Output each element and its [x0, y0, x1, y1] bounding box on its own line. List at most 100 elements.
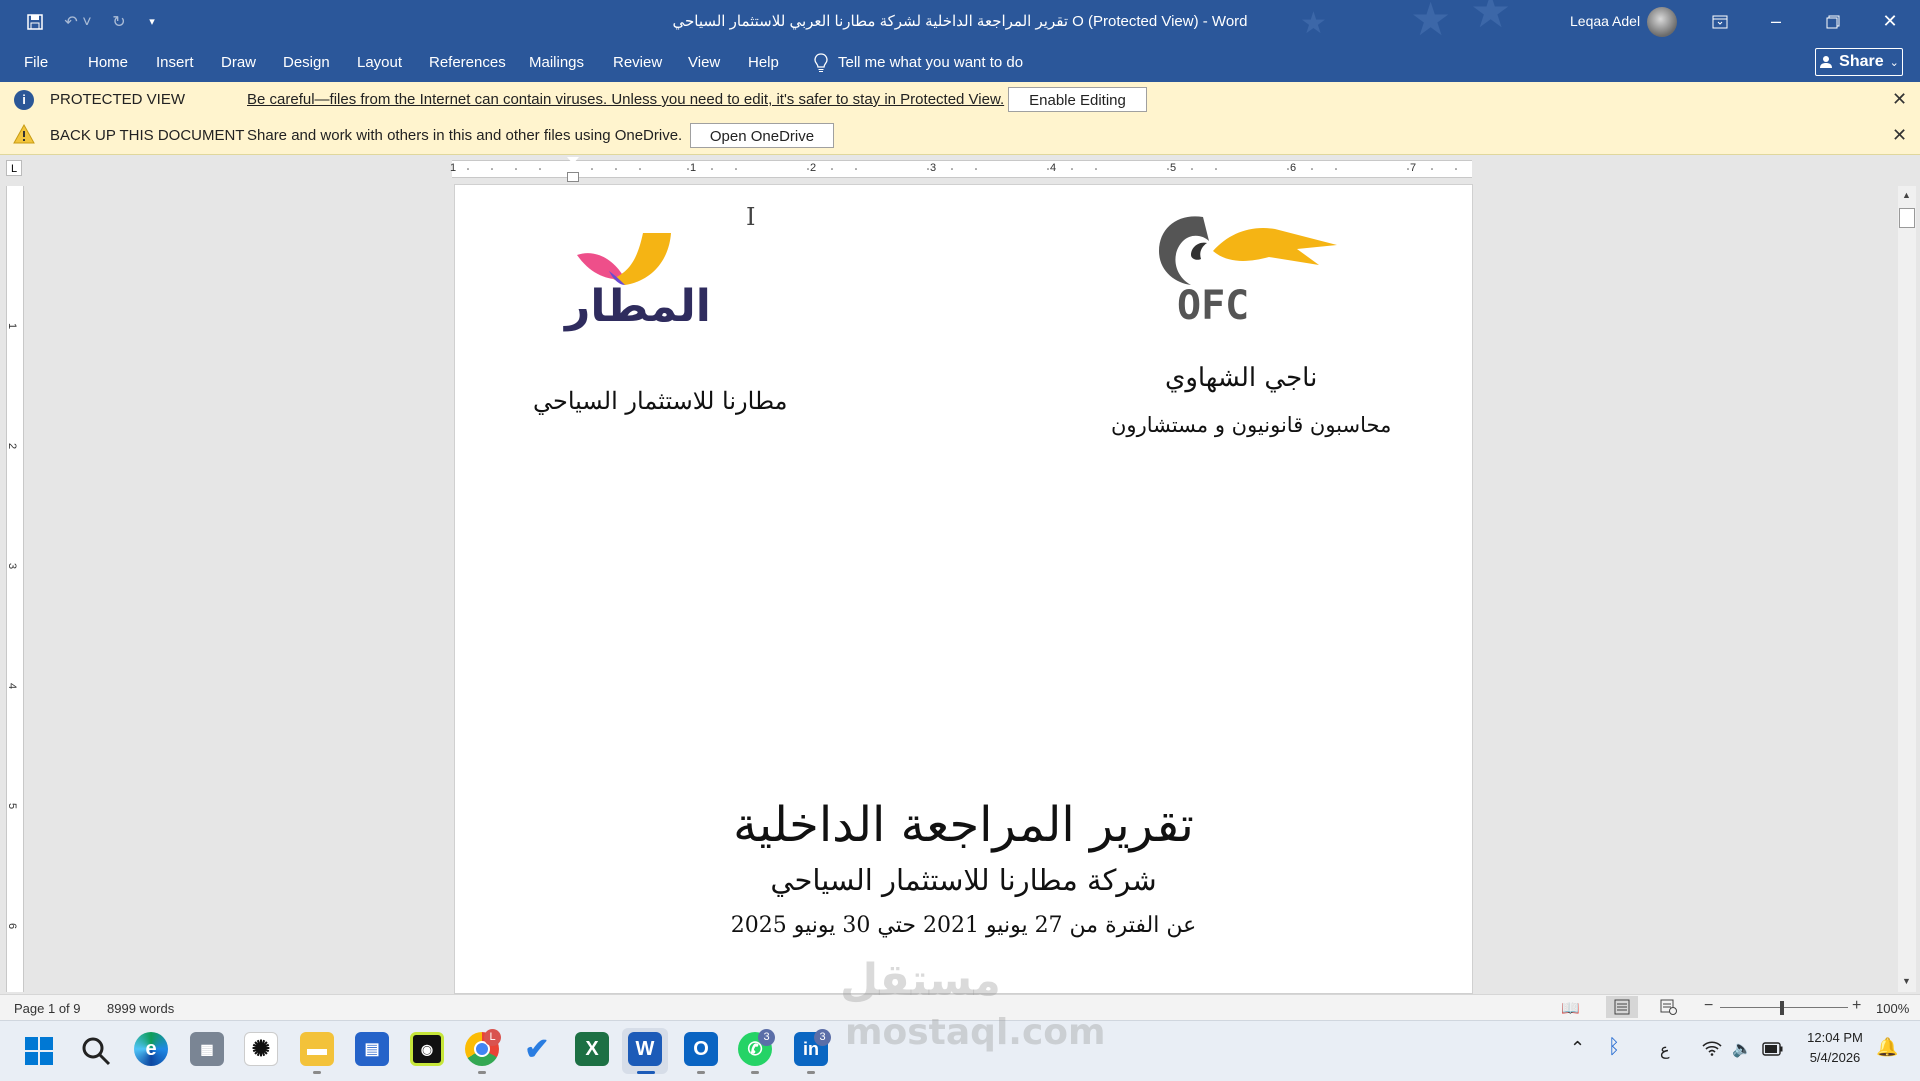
minimize-icon[interactable]: –: [1746, 0, 1806, 43]
main-title: تقرير المراجعة الداخلية: [733, 797, 1194, 853]
running-indicator: [807, 1071, 815, 1074]
print-layout-button[interactable]: [1606, 996, 1638, 1018]
tell-me-box[interactable]: Tell me what you want to do: [814, 43, 1023, 82]
chevron-down-icon: ⌄: [1889, 56, 1899, 69]
first-line-indent-marker[interactable]: [567, 157, 579, 164]
tab-home[interactable]: Home: [88, 43, 128, 82]
close-icon[interactable]: ✕: [1892, 89, 1907, 110]
notification-bell-icon[interactable]: 🔔: [1876, 1037, 1898, 1058]
web-layout-icon[interactable]: [1660, 999, 1678, 1018]
calculator-icon[interactable]: ▦: [190, 1032, 224, 1066]
ruler-number: 5: [6, 802, 19, 810]
save-icon[interactable]: [20, 0, 50, 43]
wifi-icon[interactable]: [1702, 1040, 1722, 1061]
tab-draw[interactable]: Draw: [221, 43, 256, 82]
open-onedrive-button[interactable]: Open OneDrive: [690, 123, 834, 148]
backup-bar: BACK UP THIS DOCUMENT Share and work wit…: [0, 118, 1920, 155]
undo-icon[interactable]: ↶ ˅: [58, 0, 98, 43]
tab-references[interactable]: References: [429, 43, 506, 82]
ofc-logo: [1151, 211, 1341, 291]
avatar[interactable]: [1647, 7, 1677, 37]
bluetooth-icon[interactable]: ᛒ: [1608, 1036, 1620, 1059]
tab-mailings[interactable]: Mailings: [529, 43, 584, 82]
word-icon[interactable]: W: [628, 1032, 662, 1066]
warning-icon: [13, 123, 35, 148]
right-indent-marker[interactable]: [1348, 168, 1360, 176]
vertical-ruler[interactable]: [6, 186, 24, 992]
redo-icon[interactable]: ↻: [104, 0, 134, 43]
zoom-slider-thumb[interactable]: [1780, 1001, 1784, 1015]
tab-help[interactable]: Help: [748, 43, 779, 82]
zoom-out-icon[interactable]: −: [1704, 997, 1713, 1015]
share-label: Share: [1839, 53, 1884, 70]
clock-time[interactable]: 12:04 PM: [1804, 1030, 1866, 1045]
protected-view-title: PROTECTED VIEW: [50, 91, 186, 108]
clock-date[interactable]: 5/4/2026: [1804, 1050, 1866, 1065]
left-indent-marker[interactable]: [567, 172, 579, 182]
running-indicator: [478, 1071, 486, 1074]
restore-icon[interactable]: [1803, 0, 1863, 43]
tab-design[interactable]: Design: [283, 43, 330, 82]
edge-icon[interactable]: e: [134, 1032, 168, 1066]
zoom-level[interactable]: 100%: [1876, 1001, 1909, 1016]
zoom-slider[interactable]: [1720, 1007, 1848, 1008]
almatar-logo-text: المطار: [565, 281, 711, 332]
running-indicator: [313, 1071, 321, 1074]
scroll-up-icon[interactable]: ▲: [1902, 190, 1911, 200]
outlook-icon[interactable]: O: [684, 1032, 718, 1066]
file-explorer-icon[interactable]: ▬: [300, 1032, 334, 1066]
zoom-in-icon[interactable]: +: [1852, 997, 1861, 1015]
close-icon[interactable]: ✕: [1892, 125, 1907, 146]
word-count[interactable]: 8999 words: [107, 1001, 174, 1016]
right-subtitle: محاسبون قانونيون و مستشارون: [1111, 413, 1392, 437]
left-company-name: مطارنا للاستثمار السياحي: [533, 387, 788, 415]
protected-view-message[interactable]: Be careful—files from the Internet can c…: [247, 91, 1004, 108]
close-icon[interactable]: ✕: [1860, 0, 1920, 43]
title-bar: تقرير المراجعة الداخلية لشركة مطارنا الع…: [0, 0, 1920, 45]
backup-title: BACK UP THIS DOCUMENT: [50, 127, 245, 144]
microsoft-store-icon[interactable]: ▤: [355, 1032, 389, 1066]
share-button[interactable]: Share ⌄: [1815, 48, 1903, 76]
ribbon-display-icon[interactable]: [1690, 0, 1750, 43]
enable-editing-button[interactable]: Enable Editing: [1008, 87, 1147, 112]
scroll-thumb[interactable]: [1899, 208, 1915, 228]
notification-badge: 3: [758, 1029, 775, 1046]
ruler-number: 4: [1050, 162, 1057, 174]
page-count[interactable]: Page 1 of 9: [14, 1001, 81, 1016]
read-mode-icon[interactable]: 📖: [1561, 999, 1580, 1017]
ruler-number: 1: [450, 162, 457, 174]
lightbulb-icon: [814, 52, 828, 72]
chatgpt-icon[interactable]: ✺: [244, 1032, 278, 1066]
ruler-number: 5: [1170, 162, 1177, 174]
tab-review[interactable]: Review: [613, 43, 662, 82]
excel-icon[interactable]: X: [575, 1032, 609, 1066]
ruler-number: 2: [6, 442, 19, 450]
todo-check-icon[interactable]: ✔: [520, 1032, 554, 1066]
tab-layout[interactable]: Layout: [357, 43, 402, 82]
show-hidden-icons-icon[interactable]: ⌃: [1570, 1038, 1585, 1059]
tab-selector[interactable]: L: [6, 160, 22, 176]
ruler-number: 4: [6, 682, 19, 690]
search-icon[interactable]: [80, 1035, 112, 1072]
tab-view[interactable]: View: [688, 43, 720, 82]
vertical-scrollbar[interactable]: ▲ ▼: [1898, 186, 1916, 992]
share-icon: [1820, 56, 1833, 68]
battery-icon[interactable]: [1762, 1042, 1784, 1061]
scroll-down-icon[interactable]: ▼: [1902, 976, 1911, 986]
main-subtitle: شركة مطارنا للاستثمار السياحي: [770, 863, 1157, 897]
windows-start-icon[interactable]: [24, 1036, 54, 1071]
customize-icon[interactable]: ▾: [142, 0, 162, 43]
volume-icon[interactable]: 🔈: [1732, 1039, 1752, 1059]
camera-app-icon[interactable]: ◉: [410, 1032, 444, 1066]
running-indicator: [751, 1071, 759, 1074]
ruler-number: 2: [810, 162, 817, 174]
ribbon-tabs: File Home Insert Draw Design Layout Refe…: [0, 43, 1920, 82]
document-page[interactable]: I المطار مطارنا للاستثمار السياحي OFC نا…: [454, 184, 1473, 994]
tab-insert[interactable]: Insert: [156, 43, 194, 82]
input-language[interactable]: ع: [1660, 1040, 1670, 1060]
tab-file[interactable]: File: [24, 43, 48, 82]
right-name: ناجي الشهاوي: [1165, 363, 1318, 393]
horizontal-ruler[interactable]: [452, 160, 1472, 178]
notification-badge: 3: [814, 1029, 831, 1046]
user-name[interactable]: Leqaa Adel: [1570, 13, 1640, 29]
